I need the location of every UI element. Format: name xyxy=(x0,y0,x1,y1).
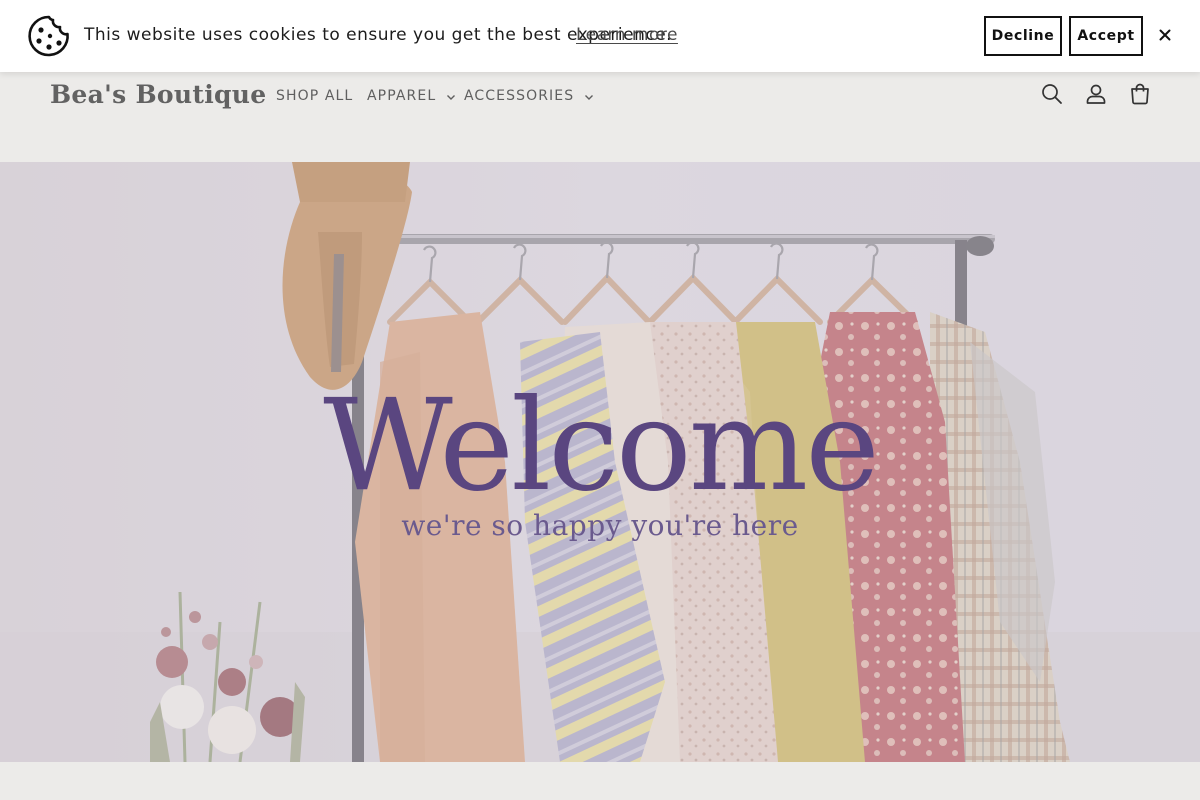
nav-accessories[interactable]: ACCESSORIES xyxy=(464,88,594,104)
hero-subtitle: we're so happy you're here xyxy=(401,509,799,542)
chevron-down-icon xyxy=(585,95,594,100)
nav-label: SHOP ALL xyxy=(276,88,354,104)
close-icon[interactable] xyxy=(1156,26,1174,44)
site-header: Bea's Boutique SHOP ALL APPAREL ACCESSOR… xyxy=(0,72,1200,162)
decline-button[interactable]: Decline xyxy=(984,16,1062,56)
section-divider xyxy=(0,762,1200,800)
nav-apparel[interactable]: APPAREL xyxy=(367,88,456,104)
hero-title: Welcome xyxy=(323,372,880,519)
nav-label: ACCESSORIES xyxy=(464,88,575,104)
site-logo[interactable]: Bea's Boutique xyxy=(50,80,266,109)
learn-more-link[interactable]: Learn more xyxy=(576,24,678,46)
nav-label: APPAREL xyxy=(367,88,437,104)
hero-banner: Welcome we're so happy you're here xyxy=(0,162,1200,762)
cookie-icon xyxy=(28,15,69,57)
chevron-down-icon xyxy=(447,95,456,100)
search-icon[interactable] xyxy=(1040,82,1064,106)
accept-button[interactable]: Accept xyxy=(1069,16,1143,56)
cookie-banner: This website uses cookies to ensure you … xyxy=(0,0,1200,72)
account-icon[interactable] xyxy=(1084,82,1108,106)
nav-shop-all[interactable]: SHOP ALL xyxy=(276,88,353,104)
cart-icon[interactable] xyxy=(1128,82,1152,106)
